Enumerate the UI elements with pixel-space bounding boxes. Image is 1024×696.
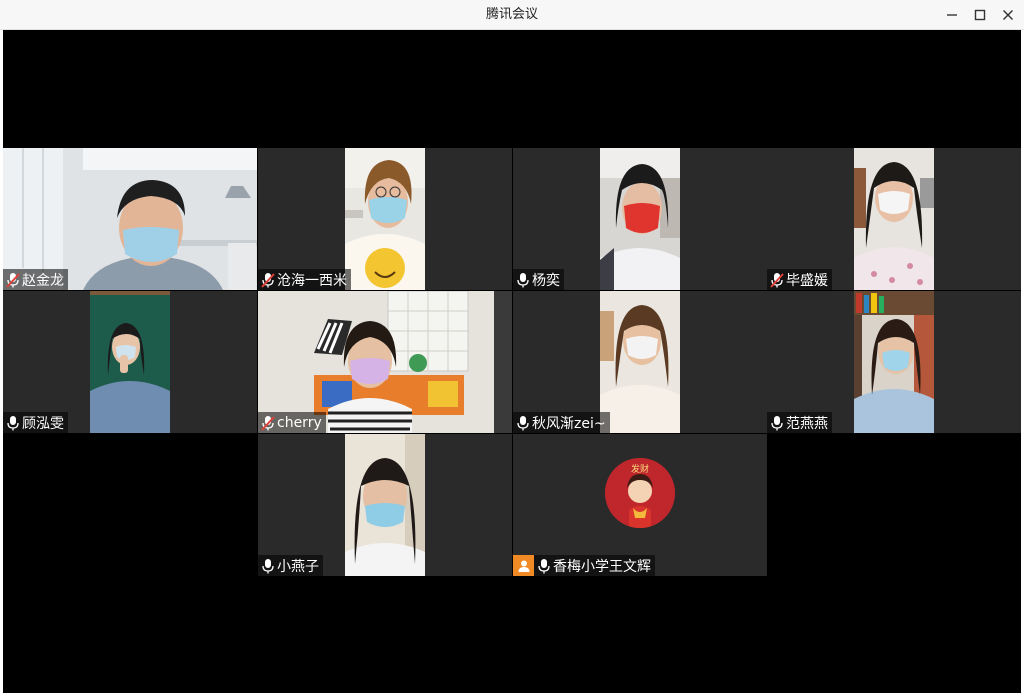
- participant-video: [854, 291, 934, 433]
- participant-label: cherry: [258, 412, 326, 433]
- participant-name: cherry: [277, 414, 322, 431]
- participant-name: 杨奕: [532, 272, 560, 289]
- participant-label: 范燕燕: [767, 412, 832, 433]
- minimize-icon[interactable]: [937, 0, 967, 30]
- participant-tile[interactable]: cherry: [258, 291, 512, 433]
- participant-label: 毕盛媛: [767, 269, 832, 290]
- mic-muted-icon[interactable]: [261, 415, 275, 431]
- participant-tile[interactable]: 秋风渐zei~: [513, 291, 767, 433]
- mic-muted-icon[interactable]: [261, 272, 275, 288]
- mic-muted-icon[interactable]: [770, 272, 784, 288]
- participant-name: 香梅小学王文辉: [553, 558, 651, 575]
- participant-video: [345, 148, 425, 290]
- mic-icon[interactable]: [770, 415, 784, 431]
- mic-icon[interactable]: [537, 558, 551, 574]
- participant-video: [854, 148, 934, 290]
- maximize-icon[interactable]: [965, 0, 995, 30]
- participant-name: 范燕燕: [786, 415, 828, 432]
- participant-video: [345, 434, 425, 576]
- close-icon[interactable]: [993, 0, 1023, 30]
- participant-name: 赵金龙: [22, 272, 64, 289]
- mic-muted-icon[interactable]: [6, 272, 20, 288]
- participant-label: 秋风渐zei~: [513, 412, 610, 433]
- participant-video: [90, 291, 170, 433]
- participant-tile[interactable]: 顾泓雯: [3, 291, 257, 433]
- participant-label: 杨奕: [513, 269, 564, 290]
- svg-text:发财: 发财: [631, 463, 649, 475]
- participant-video: [600, 291, 680, 433]
- mic-icon[interactable]: [516, 415, 530, 431]
- participant-tile[interactable]: 范燕燕: [767, 291, 1021, 433]
- participant-tile[interactable]: 沧海一西米: [258, 148, 512, 290]
- participant-tile[interactable]: 赵金龙: [3, 148, 257, 290]
- participant-tile[interactable]: 小燕子: [258, 434, 512, 576]
- participant-tile[interactable]: 杨奕: [513, 148, 767, 290]
- participant-label: 香梅小学王文辉: [513, 555, 655, 576]
- person-icon: [513, 555, 534, 576]
- participant-name: 顾泓雯: [22, 415, 64, 432]
- window-title: 腾讯会议: [485, 7, 538, 22]
- participant-label: 沧海一西米: [258, 269, 351, 290]
- participant-video: [600, 148, 680, 290]
- mic-icon[interactable]: [516, 272, 530, 288]
- mic-icon[interactable]: [6, 415, 20, 431]
- participant-tile[interactable]: 毕盛媛: [767, 148, 1021, 290]
- participant-name: 沧海一西米: [277, 272, 347, 289]
- profile-avatar: 发财: [605, 458, 675, 528]
- window-titlebar[interactable]: 腾讯会议: [0, 0, 1024, 30]
- participant-name: 毕盛媛: [786, 272, 828, 289]
- participant-name: 小燕子: [277, 558, 319, 575]
- video-grid: 赵金龙 沧海一西米 杨奕 毕盛媛 顾泓雯 cherry 秋风渐zei~ 范燕燕 …: [3, 30, 1021, 693]
- mic-icon[interactable]: [261, 558, 275, 574]
- participant-name: 秋风渐zei~: [532, 415, 606, 432]
- participant-label: 赵金龙: [3, 269, 68, 290]
- participant-tile[interactable]: 发财 香梅小学王文辉: [513, 434, 767, 576]
- participant-label: 小燕子: [258, 555, 323, 576]
- participant-label: 顾泓雯: [3, 412, 68, 433]
